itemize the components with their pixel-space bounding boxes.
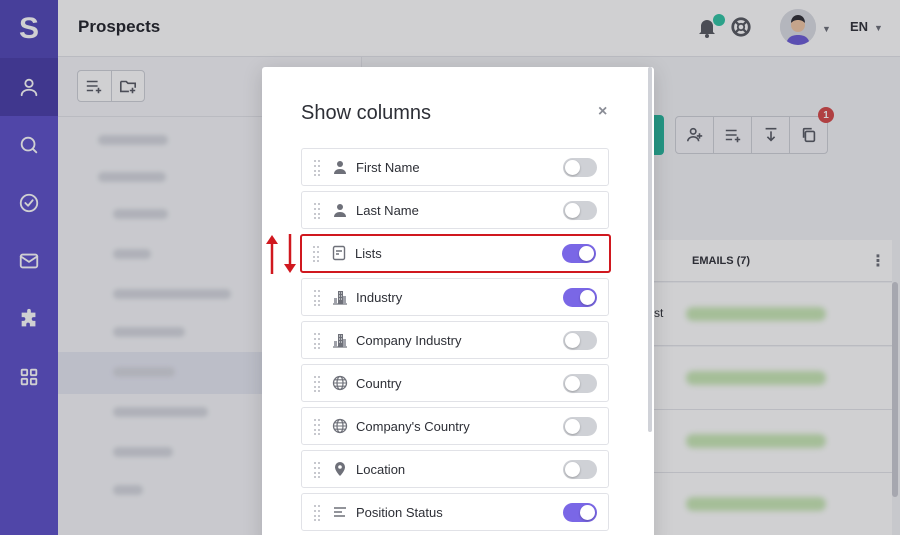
globe-icon — [332, 418, 348, 434]
column-option[interactable]: Company Industry — [301, 321, 609, 359]
reorder-arrows-icon — [266, 234, 296, 274]
column-visibility-toggle[interactable] — [562, 244, 596, 263]
column-option[interactable]: Country — [301, 364, 609, 402]
text-lines-icon — [332, 504, 348, 520]
column-option[interactable]: Location — [301, 450, 609, 488]
column-option-label: Industry — [356, 290, 403, 305]
drag-handle-icon[interactable] — [314, 203, 322, 219]
column-option-label: Company's Country — [356, 419, 470, 434]
column-option-label: Location — [356, 462, 406, 477]
drag-handle-icon[interactable] — [314, 419, 322, 435]
drag-handle-icon[interactable] — [314, 160, 322, 176]
person-icon — [332, 159, 348, 175]
column-option-label: Lists — [355, 246, 382, 261]
location-pin-icon — [332, 461, 348, 477]
modal-title: Show columns — [301, 102, 432, 124]
drag-handle-icon[interactable] — [314, 505, 322, 521]
column-visibility-toggle[interactable] — [563, 503, 597, 522]
drag-handle-icon[interactable] — [313, 246, 321, 262]
column-visibility-toggle[interactable] — [563, 374, 597, 393]
list-icon — [331, 245, 347, 261]
building-icon — [332, 289, 348, 305]
modal-scrollbar[interactable] — [648, 67, 652, 432]
person-icon — [332, 202, 348, 218]
column-option-label: Company Industry — [356, 333, 462, 348]
column-visibility-toggle[interactable] — [563, 417, 597, 436]
column-option[interactable]: Company's Country — [301, 407, 609, 445]
column-option-label: Country — [356, 376, 402, 391]
building-icon — [332, 332, 348, 348]
column-visibility-toggle[interactable] — [563, 460, 597, 479]
drag-handle-icon[interactable] — [314, 462, 322, 478]
column-option[interactable]: Last Name — [301, 191, 609, 229]
column-option[interactable]: First Name — [301, 148, 609, 186]
globe-icon — [332, 375, 348, 391]
column-visibility-toggle[interactable] — [563, 158, 597, 177]
drag-handle-icon[interactable] — [314, 376, 322, 392]
drag-handle-icon[interactable] — [314, 290, 322, 306]
column-option-label: First Name — [356, 160, 420, 175]
column-visibility-toggle[interactable] — [563, 331, 597, 350]
column-visibility-toggle[interactable] — [563, 288, 597, 307]
column-option-label: Position Status — [356, 505, 443, 520]
column-option-label: Last Name — [356, 203, 419, 218]
column-option[interactable]: Lists — [300, 234, 611, 273]
column-option[interactable]: Industry — [301, 278, 609, 316]
column-option[interactable]: Position Status — [301, 493, 609, 531]
drag-handle-icon[interactable] — [314, 333, 322, 349]
column-visibility-toggle[interactable] — [563, 201, 597, 220]
show-columns-modal: Show columns × First Name Last Name Lists I… — [262, 67, 654, 535]
close-icon[interactable]: × — [598, 103, 607, 121]
